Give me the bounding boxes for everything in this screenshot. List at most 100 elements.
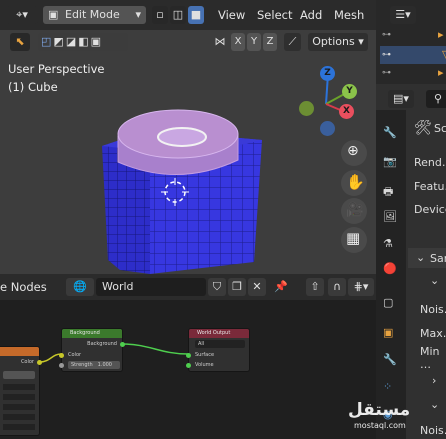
options-dropdown[interactable]: Options ▾ xyxy=(308,33,368,51)
gizmo-neg-z-axis[interactable] xyxy=(320,121,335,136)
render-tab-icon[interactable]: 📷 xyxy=(383,155,399,171)
chevron-right-icon[interactable]: › xyxy=(432,374,436,387)
background-output-label: Background xyxy=(87,341,117,347)
feature-set-label: Featu… xyxy=(414,180,446,193)
gizmo-y-axis[interactable]: Y xyxy=(342,84,357,99)
world-tab-icon[interactable]: 🔴 xyxy=(383,262,399,278)
world-browse-button[interactable]: 🌐 xyxy=(66,278,94,296)
background-output-socket[interactable] xyxy=(120,342,125,347)
environment-texture-node[interactable]: Color xyxy=(0,346,42,436)
watermark-arabic: مستقل xyxy=(348,400,411,420)
magnet-icon: ∩ xyxy=(332,280,342,293)
duplicate-button[interactable]: ❐ xyxy=(228,278,246,296)
particles-tab-icon[interactable]: ⁘ xyxy=(383,380,399,396)
light-object-icon: ▸ xyxy=(438,66,444,79)
node-field[interactable] xyxy=(3,384,35,390)
max-samples-label: Max… xyxy=(420,327,446,340)
chevron-down-icon[interactable]: ⌄ xyxy=(430,274,439,287)
menu-add[interactable]: Add xyxy=(300,8,322,22)
node-header-bar xyxy=(0,347,39,356)
node-field[interactable] xyxy=(3,404,35,410)
pan-button[interactable]: ✋ xyxy=(341,170,367,196)
pin-button[interactable]: 📌 xyxy=(272,278,290,296)
strength-input-socket[interactable] xyxy=(59,363,64,368)
axis-z-button[interactable]: Z xyxy=(263,33,277,51)
volume-input-label: Volume xyxy=(195,362,214,368)
color-input-socket[interactable] xyxy=(59,353,64,358)
output-tab-icon[interactable]: 🖶 xyxy=(383,183,399,199)
face-select-button[interactable]: ■ xyxy=(188,6,204,24)
outliner[interactable]: ☰▾ ▽ ▸ ▸ ⊶ ⊶ ⊶ xyxy=(376,0,446,84)
camera-view-button[interactable]: 🎥 xyxy=(341,198,367,224)
menu-mesh[interactable]: Mesh xyxy=(334,8,364,22)
chevron-down-icon: ▾ xyxy=(358,35,364,48)
unlink-button[interactable]: ✕ xyxy=(248,278,266,296)
world-output-node[interactable]: World Output All Surface Volume xyxy=(186,328,250,372)
gizmo-x-axis[interactable]: X xyxy=(339,104,354,119)
select-new-icon: ◰ xyxy=(41,35,54,48)
chevron-down-icon: ▾ xyxy=(135,8,141,21)
parent-node-tree-button[interactable]: ⇧ xyxy=(306,278,324,296)
object-tab-icon[interactable]: ▣ xyxy=(383,326,399,342)
navigation-gizmo[interactable]: Z Y X xyxy=(296,66,358,136)
arrow-up-icon: ⇧ xyxy=(310,280,320,293)
image-browse-field[interactable] xyxy=(3,371,35,379)
gizmo-z-axis[interactable]: Z xyxy=(320,66,335,81)
projection-toggle-button[interactable]: ▦ xyxy=(341,227,367,253)
edge-select-button[interactable]: ◫ xyxy=(170,6,186,24)
target-select[interactable]: All xyxy=(195,340,245,348)
menu-select[interactable]: Select xyxy=(257,8,292,22)
node-field[interactable] xyxy=(3,394,35,400)
mirror-button[interactable]: ⋈ xyxy=(212,33,228,51)
volume-input-socket[interactable] xyxy=(186,363,191,368)
collection-tab-icon[interactable]: ▢ xyxy=(383,296,399,312)
3d-viewport[interactable]: ⌖▾ ▣ Edit Mode ▾ ▫ ◫ ■ View Select Add M… xyxy=(0,0,376,274)
snap-grid-icon: ⋕▾ xyxy=(353,280,369,293)
node-field[interactable] xyxy=(3,424,35,430)
modifier-tab-icon[interactable]: 🔧 xyxy=(383,353,399,369)
outliner-icon: ☰▾ xyxy=(395,8,411,21)
axis-x-button[interactable]: X xyxy=(231,33,245,51)
editor-type-button[interactable]: ⌖▾ xyxy=(6,6,38,24)
chevron-down-icon: ⌄ xyxy=(416,251,426,264)
color-input-label: Color xyxy=(68,352,82,358)
view-layer-tab-icon[interactable]: 🖼 xyxy=(383,210,399,226)
node-field[interactable] xyxy=(3,414,35,420)
vertex-select-button[interactable]: ▫ xyxy=(152,6,168,24)
outliner-editor-type-button[interactable]: ☰▾ xyxy=(390,6,416,24)
node-output-color: Color xyxy=(20,359,34,365)
snap-options-button[interactable]: ⋕▾ xyxy=(348,278,374,296)
watermark-latin: mostaql.com xyxy=(354,421,406,430)
edge-select-icon: ◫ xyxy=(172,8,184,21)
properties-search-input[interactable]: ⚲ xyxy=(426,90,446,108)
color-output-socket[interactable] xyxy=(37,360,42,365)
gizmo-neg-y-axis[interactable] xyxy=(299,101,314,116)
strength-value: 1.000 xyxy=(97,362,112,368)
menu-view[interactable]: View xyxy=(218,8,245,22)
fake-user-button[interactable]: ⛉ xyxy=(208,278,226,296)
view-name-label: User Perspective xyxy=(8,62,105,76)
select-subtract-icon: ◪ xyxy=(65,35,79,48)
world-name-field[interactable]: World xyxy=(96,278,206,296)
strength-field[interactable]: Strength 1.000 xyxy=(68,361,120,369)
chevron-down-icon[interactable]: ⌄ xyxy=(430,398,439,411)
cursor-arrow-icon: ⬉ xyxy=(15,35,25,48)
snap-toggle-button[interactable]: ∩ xyxy=(328,278,346,296)
zoom-button[interactable]: ⊕ xyxy=(341,140,367,166)
surface-input-socket[interactable] xyxy=(186,353,191,358)
properties-editor-type-button[interactable]: ▤▾ xyxy=(388,90,414,108)
mode-select[interactable]: ▣ Edit Mode ▾ xyxy=(43,6,146,24)
copy-icon: ❐ xyxy=(232,280,242,293)
axis-y-button[interactable]: Y xyxy=(247,33,261,51)
camera-icon: 🎥 xyxy=(346,202,364,218)
sampling-panel-header[interactable]: ⌄ Sam xyxy=(408,248,446,268)
selection-mode-group[interactable]: ◰◩◪◧▣ xyxy=(38,33,128,51)
auto-merge-button[interactable]: ⟋ xyxy=(284,33,301,51)
grid-perspective-icon: ▦ xyxy=(346,229,361,247)
strength-label: Strength xyxy=(71,362,93,368)
tool-tab-icon[interactable]: 🔧 xyxy=(383,126,399,142)
select-tool-button[interactable]: ⬉ xyxy=(10,33,30,51)
background-node[interactable]: Background Background Color Strength 1.0… xyxy=(59,328,125,372)
vertex-select-icon: ▫ xyxy=(156,8,164,21)
scene-tab-icon[interactable]: ⚗ xyxy=(383,237,399,253)
